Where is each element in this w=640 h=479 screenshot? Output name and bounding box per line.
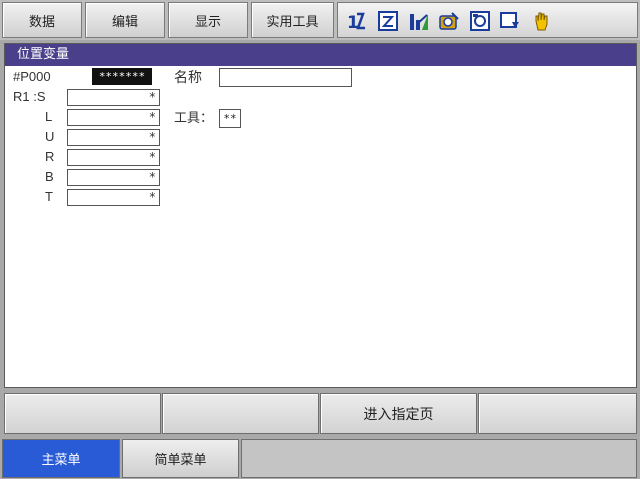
robot-group-icon[interactable]: 1 xyxy=(346,10,368,32)
menu-data[interactable]: 数据 xyxy=(2,2,82,38)
hand-icon[interactable] xyxy=(530,10,552,32)
variable-label: #P000 xyxy=(13,69,51,84)
robot-label: R1 :S xyxy=(13,89,46,104)
variable-number-field[interactable]: ******* xyxy=(92,68,152,85)
axis-field-b[interactable]: * xyxy=(67,169,160,186)
menu-display[interactable]: 显示 xyxy=(168,2,248,38)
simple-menu-tab[interactable]: 简单菜单 xyxy=(122,439,239,478)
tool-field[interactable]: ** xyxy=(219,109,241,128)
screen-icon[interactable] xyxy=(499,10,521,32)
function-key-4[interactable] xyxy=(478,393,637,434)
tool-label: 工具： xyxy=(174,110,214,125)
axis-label-u: U xyxy=(45,129,55,144)
window-title: 位置变量 xyxy=(5,44,636,66)
function-key-2[interactable] xyxy=(162,393,319,434)
menu-utility[interactable]: 实用工具 xyxy=(251,2,334,38)
function-key-bar: 进入指定页 xyxy=(4,393,637,434)
axis-field-s[interactable]: * xyxy=(67,89,160,106)
axis-field-r[interactable]: * xyxy=(67,149,160,166)
axis-label-l: L xyxy=(45,109,53,124)
status-icon-strip: 1 xyxy=(337,2,638,38)
job-icon[interactable] xyxy=(438,10,460,32)
axis-field-u[interactable]: * xyxy=(67,129,160,146)
axis-label-b: B xyxy=(45,169,54,184)
axis-label-t: T xyxy=(45,189,53,204)
axis-label-r: R xyxy=(45,149,55,164)
menu-edit[interactable]: 编辑 xyxy=(85,2,165,38)
main-menu-tab[interactable]: 主菜单 xyxy=(2,439,120,478)
axis-field-l[interactable]: * xyxy=(67,109,160,126)
axis-field-t[interactable]: * xyxy=(67,189,160,206)
function-key-1[interactable] xyxy=(4,393,161,434)
top-menu-bar: 数据 编辑 显示 实用工具 1 xyxy=(0,0,640,40)
goto-page-button[interactable]: 进入指定页 xyxy=(320,393,477,434)
pendant-screen: 数据 编辑 显示 实用工具 1 位置变量 #P000 ******* 名称 R1… xyxy=(0,0,640,479)
position-variable-window: 位置变量 #P000 ******* 名称 R1 :S L U R B T * … xyxy=(4,43,637,388)
name-field[interactable] xyxy=(219,68,352,87)
signal-icon[interactable] xyxy=(408,10,430,32)
name-label: 名称 xyxy=(174,69,202,85)
bottom-bar-empty xyxy=(241,439,637,478)
bottom-menu-bar: 主菜单 简单菜单 xyxy=(0,437,640,479)
monitor-icon[interactable] xyxy=(469,10,491,32)
edit-page-icon[interactable] xyxy=(377,10,399,32)
